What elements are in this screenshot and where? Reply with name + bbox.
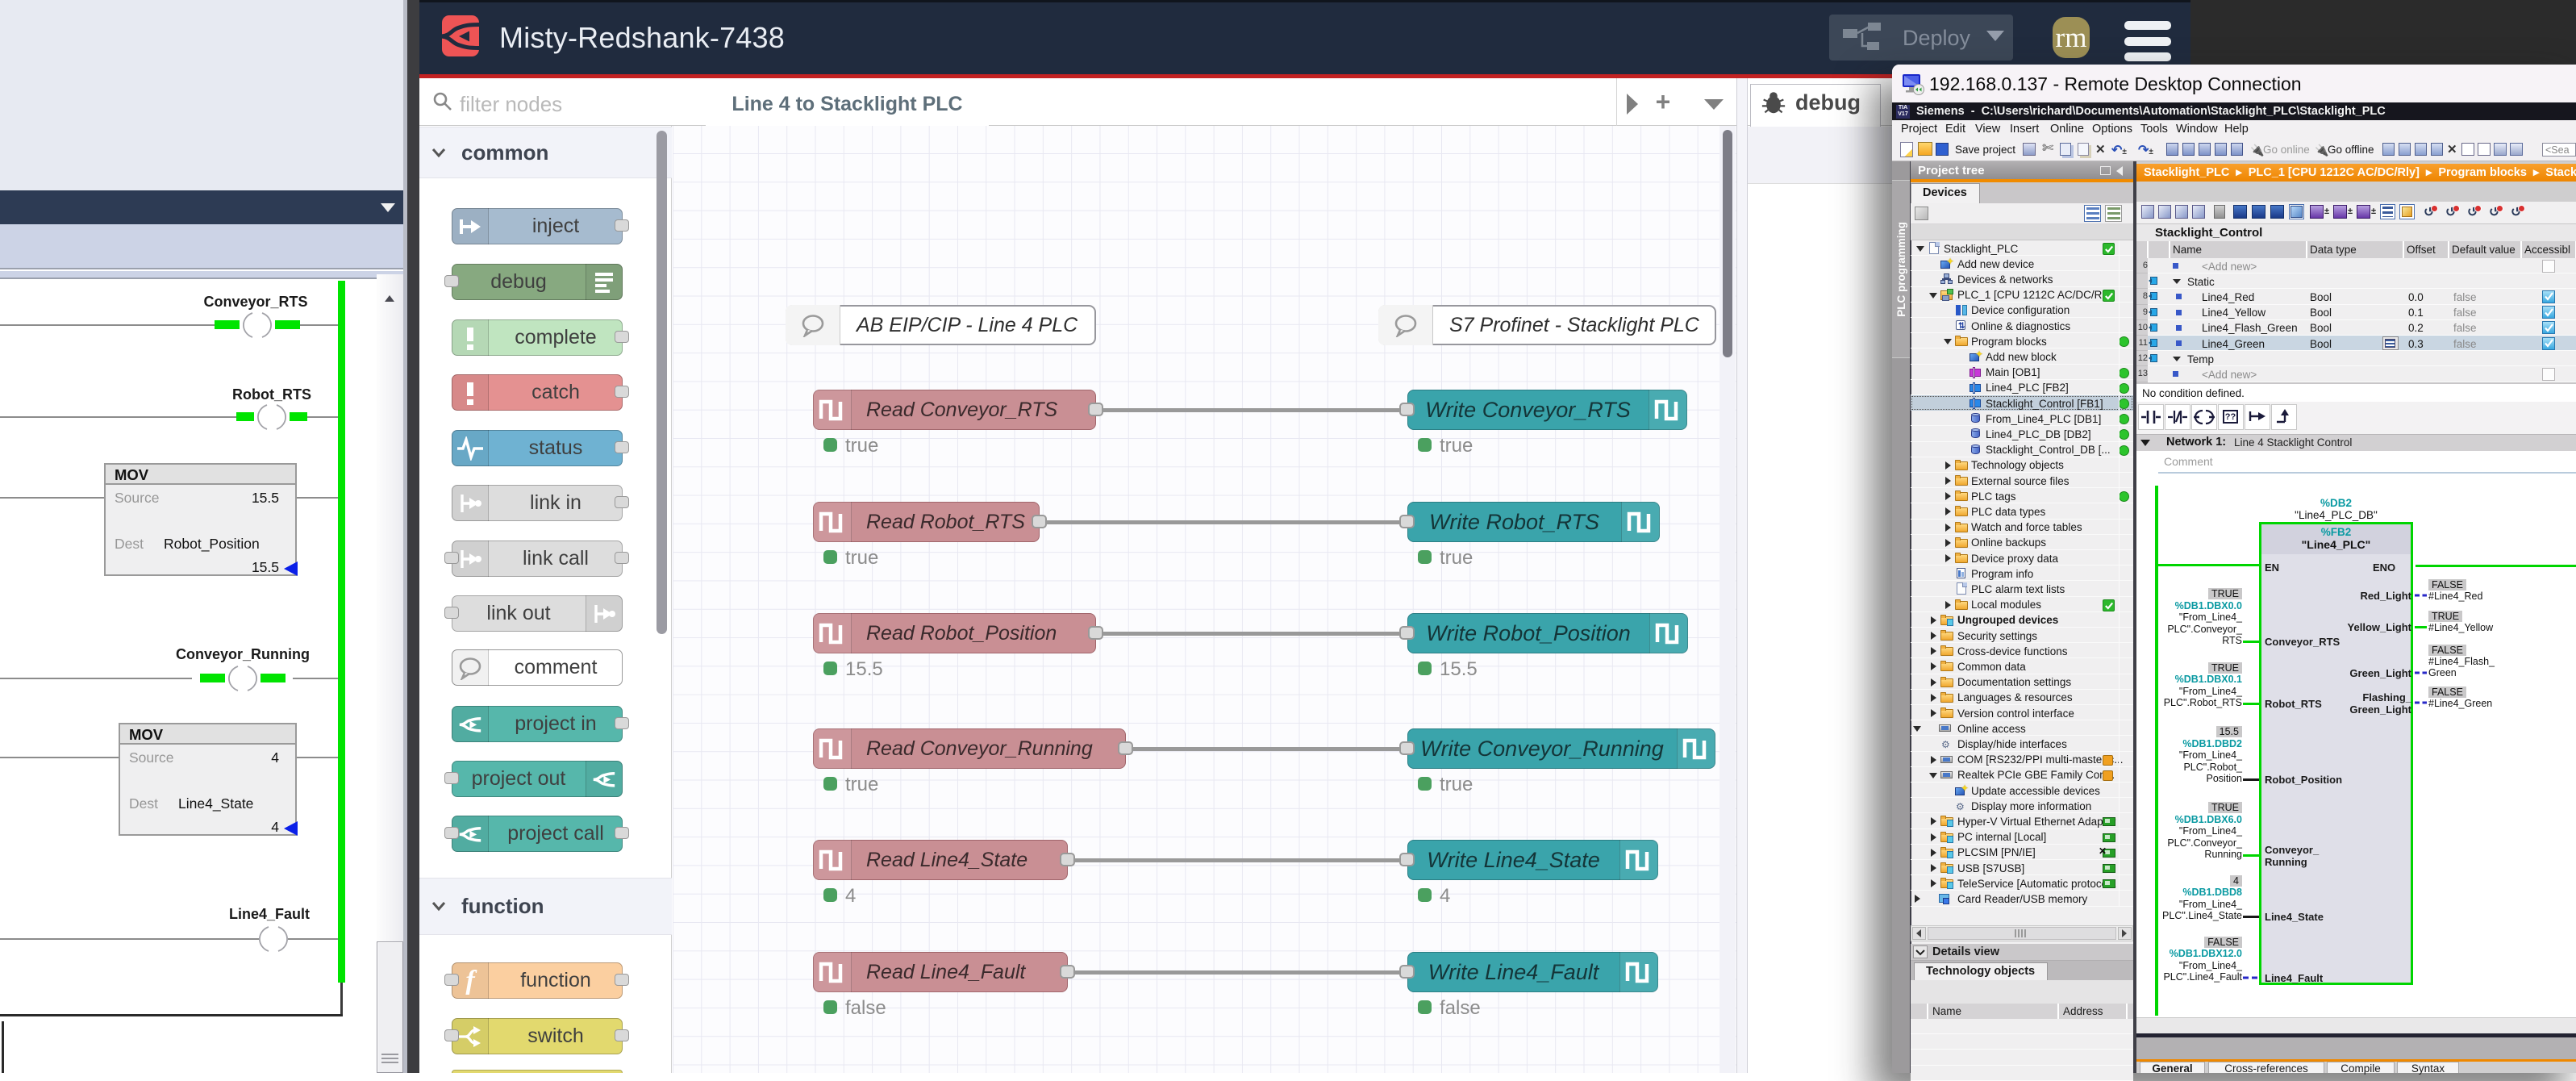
svg-text:f: f (465, 967, 477, 995)
